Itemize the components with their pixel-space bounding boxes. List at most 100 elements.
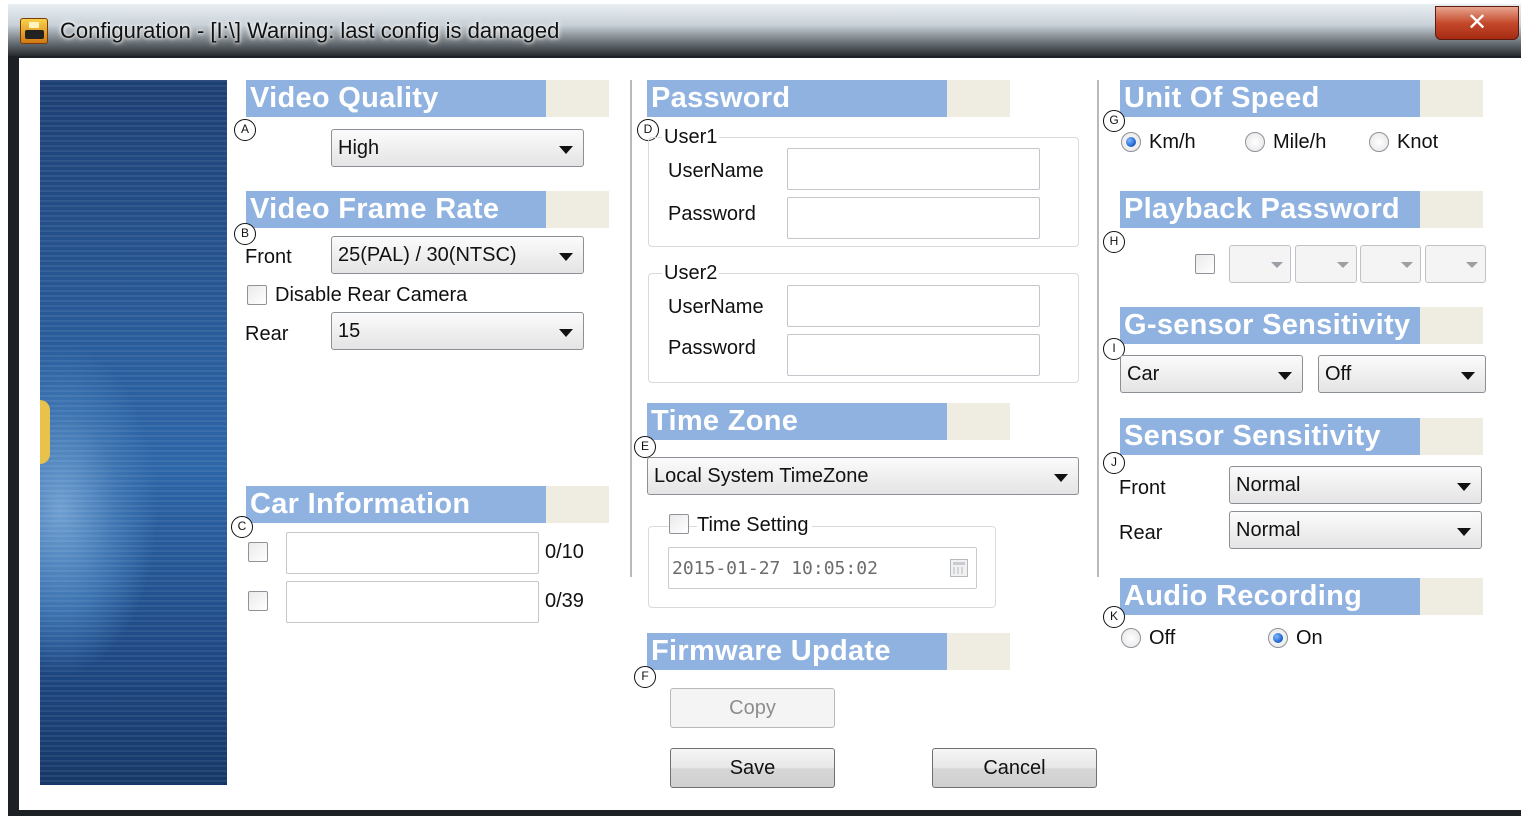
g-sensor-level-select[interactable]: Off xyxy=(1318,355,1486,393)
user2-username-label: UserName xyxy=(668,296,764,318)
chevron-down-icon xyxy=(1054,474,1068,482)
unit-of-speed-title: Unit Of Speed xyxy=(1124,82,1320,114)
front-label: Front xyxy=(245,246,292,268)
save-button[interactable]: Save xyxy=(670,748,835,788)
playback-digit-3-select[interactable] xyxy=(1360,245,1421,283)
audio-recording-header: Audio Recording xyxy=(1120,578,1483,615)
time-zone-title: Time Zone xyxy=(651,405,799,437)
g-sensor-title: G-sensor Sensitivity xyxy=(1124,309,1411,341)
sensor-front-label: Front xyxy=(1119,477,1166,499)
chevron-down-icon xyxy=(559,253,573,261)
user2-password-input[interactable] xyxy=(787,334,1040,376)
user1-password-input[interactable] xyxy=(787,197,1040,239)
marker-h: H xyxy=(1103,231,1125,253)
marker-c: C xyxy=(231,516,253,538)
marker-j: J xyxy=(1103,452,1125,474)
user2-username-input[interactable] xyxy=(787,285,1040,327)
user2-title: User2 xyxy=(662,262,720,285)
chevron-down-icon xyxy=(559,329,573,337)
car-info-1-input[interactable] xyxy=(286,532,539,574)
user1-title: User1 xyxy=(662,126,720,149)
password-header: Password xyxy=(647,80,1010,117)
car-information-header: Car Information xyxy=(246,486,609,523)
time-setting-checkbox[interactable] xyxy=(669,514,689,534)
title-bar[interactable]: Configuration - [I:\] Warning: last conf… xyxy=(8,4,1521,56)
audio-recording-title: Audio Recording xyxy=(1124,580,1363,612)
sensor-sensitivity-title: Sensor Sensitivity xyxy=(1124,420,1381,452)
chevron-down-icon xyxy=(1457,528,1471,536)
g-sensor-vehicle-select[interactable]: Car xyxy=(1120,355,1303,393)
playback-digit-4-select[interactable] xyxy=(1425,245,1486,283)
car-info-2-input[interactable] xyxy=(286,581,539,623)
speed-kmh-label: Km/h xyxy=(1149,131,1196,153)
chevron-down-icon xyxy=(1271,262,1283,268)
speed-mileh-label: Mile/h xyxy=(1273,131,1327,153)
speed-knot-radio[interactable] xyxy=(1369,132,1389,152)
chevron-down-icon xyxy=(1401,262,1413,268)
cancel-button[interactable]: Cancel xyxy=(932,748,1097,788)
playback-password-header: Playback Password xyxy=(1120,191,1483,228)
user2-password-label: Password xyxy=(668,337,756,359)
playback-digit-1-select[interactable] xyxy=(1229,245,1291,283)
playback-password-title: Playback Password xyxy=(1124,193,1400,225)
g-sensor-level-value: Off xyxy=(1325,363,1352,385)
video-quality-select[interactable]: High xyxy=(331,129,584,167)
brand-banner-image xyxy=(40,80,227,785)
sensor-front-value: Normal xyxy=(1236,474,1301,496)
marker-g: G xyxy=(1103,110,1125,132)
time-zone-select[interactable]: Local System TimeZone xyxy=(647,457,1079,495)
audio-on-radio[interactable] xyxy=(1268,628,1288,648)
unit-of-speed-header: Unit Of Speed xyxy=(1120,80,1483,117)
speed-mileh-radio[interactable] xyxy=(1245,132,1265,152)
g-sensor-vehicle-value: Car xyxy=(1127,363,1160,385)
chevron-down-icon xyxy=(1337,262,1349,268)
car-info-1-checkbox[interactable] xyxy=(248,542,268,562)
time-setting-label: Time Setting xyxy=(697,514,812,537)
sensor-front-select[interactable]: Normal xyxy=(1229,466,1482,504)
video-frame-rate-header: Video Frame Rate xyxy=(246,191,609,228)
audio-off-label: Off xyxy=(1149,627,1176,649)
chevron-down-icon xyxy=(1461,372,1475,380)
password-title: Password xyxy=(651,82,791,114)
sensor-rear-select[interactable]: Normal xyxy=(1229,511,1482,549)
video-quality-header: Video Quality xyxy=(246,80,609,117)
car-info-2-count: 0/39 xyxy=(545,590,584,612)
rear-label: Rear xyxy=(245,323,289,345)
marker-e: E xyxy=(634,436,656,458)
g-sensor-header: G-sensor Sensitivity xyxy=(1120,307,1483,344)
audio-on-label: On xyxy=(1296,627,1323,649)
audio-off-radio[interactable] xyxy=(1121,628,1141,648)
firmware-update-title: Firmware Update xyxy=(651,635,891,667)
user1-username-label: UserName xyxy=(668,160,764,182)
copy-button[interactable]: Copy xyxy=(670,688,835,728)
chevron-down-icon xyxy=(1278,372,1292,380)
user1-username-input[interactable] xyxy=(787,148,1040,190)
calendar-icon[interactable] xyxy=(950,559,968,577)
front-frame-rate-select[interactable]: 25(PAL) / 30(NTSC) xyxy=(331,236,584,274)
marker-b: B xyxy=(234,223,256,245)
car-info-2-checkbox[interactable] xyxy=(248,591,268,611)
time-setting-value: 2015-01-27 10:05:02 xyxy=(672,558,878,579)
playback-password-checkbox[interactable] xyxy=(1195,254,1215,274)
chevron-down-icon xyxy=(559,146,573,154)
marker-f: F xyxy=(634,666,656,688)
video-quality-title: Video Quality xyxy=(250,82,439,114)
sensor-rear-label: Rear xyxy=(1119,522,1163,544)
window-title: Configuration - [I:\] Warning: last conf… xyxy=(60,18,560,43)
playback-digit-2-select[interactable] xyxy=(1295,245,1357,283)
car-information-title: Car Information xyxy=(250,488,471,520)
sensor-sensitivity-header: Sensor Sensitivity xyxy=(1120,418,1483,455)
video-quality-value: High xyxy=(338,137,380,159)
marker-k: K xyxy=(1103,606,1125,628)
rear-frame-rate-select[interactable]: 15 xyxy=(331,312,584,350)
close-button[interactable]: ✕ xyxy=(1435,6,1519,40)
disable-rear-camera-checkbox[interactable] xyxy=(247,285,267,305)
user1-password-label: Password xyxy=(668,203,756,225)
firmware-update-header: Firmware Update xyxy=(647,633,1010,670)
speed-kmh-radio[interactable] xyxy=(1121,132,1141,152)
chevron-down-icon xyxy=(1457,483,1471,491)
time-zone-value: Local System TimeZone xyxy=(654,465,869,487)
column-divider xyxy=(630,80,632,577)
speed-knot-label: Knot xyxy=(1397,131,1439,153)
rear-frame-rate-value: 15 xyxy=(338,320,361,342)
